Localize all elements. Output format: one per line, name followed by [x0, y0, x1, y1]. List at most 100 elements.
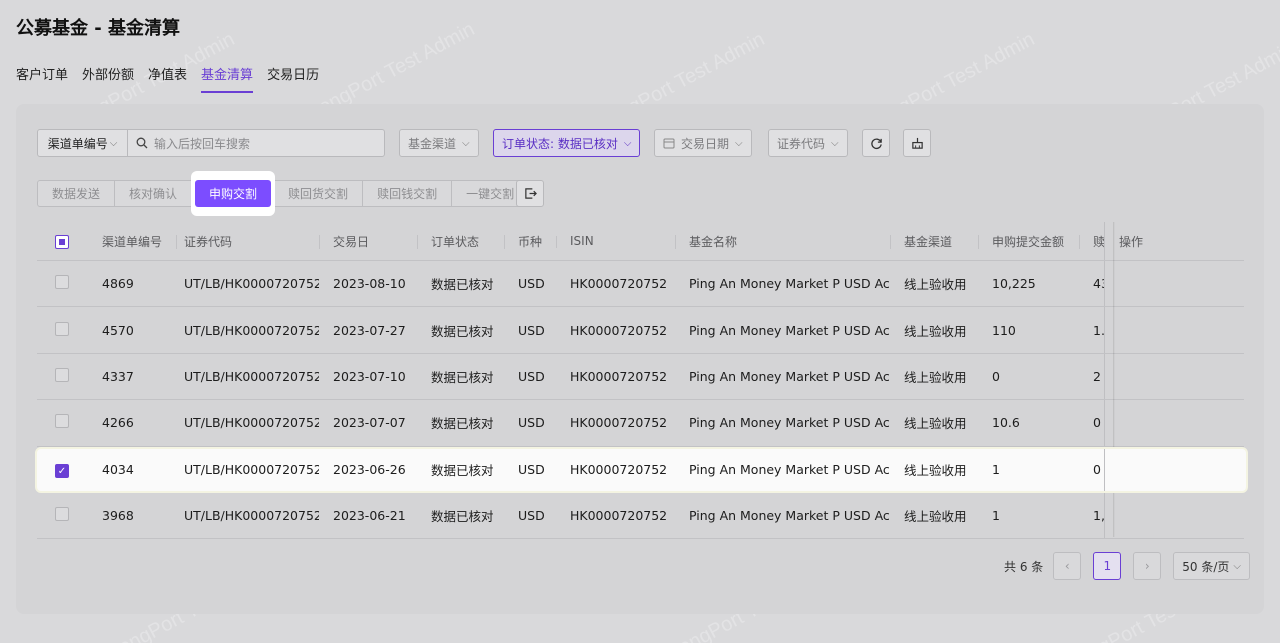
- cell-amount: 1: [992, 462, 1000, 478]
- col-header[interactable]: 订单状态: [417, 233, 504, 250]
- cell-channel: 线上验收用: [904, 277, 967, 293]
- security-code-filter-label: 证券代码: [777, 136, 826, 151]
- cell-amount: 0: [992, 368, 1000, 384]
- id-type-select[interactable]: 渠道单编号 ⌵: [38, 130, 128, 156]
- cell-fund-name: Ping An Money Market P USD Acc: [689, 322, 890, 338]
- redeem-goods-delivery-button[interactable]: 赎回货交割: [274, 180, 364, 207]
- cell-id: 4869: [102, 276, 134, 292]
- cell-ops: [1104, 353, 1244, 400]
- cell-date: 2023-08-10: [333, 276, 406, 292]
- col-header[interactable]: 基金渠道: [890, 233, 978, 250]
- cell-redeem: 0: [1093, 415, 1101, 431]
- cell-fund-name: Ping An Money Market P USD Acc: [689, 415, 890, 431]
- row-checkbox[interactable]: [55, 507, 69, 522]
- action-button-group: 数据发送 核对确认 申购交割 赎回货交割 赎回钱交割 一键交割: [37, 171, 530, 216]
- table-row[interactable]: 4869 UT/LB/HK0000720752 2023-08-10 数据已核对…: [37, 261, 1244, 308]
- chevron-right-icon: ›: [1144, 559, 1150, 573]
- trade-date-filter[interactable]: 交易日期 ⌵: [654, 129, 752, 157]
- row-checkbox[interactable]: [55, 321, 69, 336]
- cell-ops: [1104, 307, 1244, 353]
- chevron-down-icon: ⌵: [1233, 560, 1241, 572]
- cell-fund-name: Ping An Money Market P USD Acc: [689, 368, 890, 384]
- select-all-checkbox[interactable]: [55, 234, 69, 249]
- cell-currency: USD: [518, 462, 545, 478]
- prev-page-button[interactable]: ‹: [1053, 552, 1082, 580]
- cell-code: UT/LB/HK0000720752: [184, 462, 319, 478]
- row-checkbox[interactable]: [55, 367, 69, 382]
- cell-redeem: 1,: [1093, 508, 1104, 524]
- channel-filter-label: 基金渠道: [408, 136, 457, 151]
- cell-status: 数据已核对: [431, 509, 494, 525]
- cell-isin: HK0000720752: [570, 415, 668, 431]
- clear-button[interactable]: [903, 129, 931, 157]
- cell-id: 4266: [102, 415, 134, 431]
- col-header[interactable]: 基金名称: [675, 233, 890, 250]
- cell-code: UT/LB/HK0000720752: [184, 368, 319, 384]
- row-checkbox[interactable]: [55, 414, 69, 429]
- broom-icon: [911, 137, 923, 149]
- order-status-filter[interactable]: 订单状态: 数据已核对 ⌵: [493, 129, 641, 157]
- redeem-cash-delivery-button[interactable]: 赎回钱交割: [363, 180, 453, 207]
- col-header[interactable]: 渠道单编号: [88, 233, 176, 250]
- cell-date: 2023-07-10: [333, 368, 406, 384]
- pagination: 共 6 条 ‹ 1 › 50 条/页 ⌵: [1004, 552, 1250, 580]
- row-checkbox[interactable]: [55, 275, 69, 290]
- calendar-icon: [663, 138, 675, 149]
- search-group: 渠道单编号 ⌵ 输入后按回车搜索: [37, 129, 385, 157]
- search-icon: [136, 137, 148, 149]
- total-count: 共 6 条: [1004, 559, 1044, 574]
- cell-code: UT/LB/HK0000720752: [184, 276, 319, 292]
- chevron-down-icon: ⌵: [623, 137, 632, 149]
- next-page-button[interactable]: ›: [1133, 552, 1162, 580]
- page-title: 公募基金 - 基金清算: [16, 18, 181, 39]
- tab-external-shares[interactable]: 外部份额: [82, 64, 134, 93]
- cell-fund-name: Ping An Money Market P USD Acc: [689, 508, 890, 524]
- col-header[interactable]: 申购提交金额: [978, 233, 1079, 250]
- col-header[interactable]: ISIN: [556, 234, 675, 248]
- col-header: 操作: [1104, 222, 1244, 260]
- tab-bar: 客户订单 外部份额 净值表 基金清算 交易日历: [16, 64, 319, 93]
- cell-code: UT/LB/HK0000720752: [184, 322, 319, 338]
- security-code-filter[interactable]: 证券代码 ⌵: [768, 129, 848, 157]
- cell-ops: [1104, 448, 1244, 491]
- verify-confirm-button[interactable]: 核对确认: [115, 180, 193, 207]
- refresh-icon: [870, 137, 882, 149]
- page-size-select[interactable]: 50 条/页 ⌵: [1173, 552, 1250, 580]
- cell-currency: USD: [518, 276, 545, 292]
- cell-id: 4034: [102, 462, 134, 478]
- col-header[interactable]: 交易日: [319, 233, 417, 250]
- channel-filter[interactable]: 基金渠道 ⌵: [399, 129, 479, 157]
- row-checkbox-checked[interactable]: ✓: [55, 464, 69, 478]
- search-input[interactable]: 输入后按回车搜索: [128, 130, 384, 156]
- cell-currency: USD: [518, 368, 545, 384]
- tab-nav-table[interactable]: 净值表: [148, 64, 187, 93]
- subscription-delivery-highlight: 申购交割: [191, 171, 276, 216]
- cell-date: 2023-07-27: [333, 322, 406, 338]
- refresh-button[interactable]: [862, 129, 890, 157]
- cell-fund-name: Ping An Money Market P USD Acc: [689, 462, 890, 478]
- cell-ops: [1104, 400, 1244, 446]
- page-size-label: 50 条/页: [1182, 559, 1230, 574]
- data-send-button[interactable]: 数据发送: [37, 180, 116, 207]
- cell-ops: [1104, 261, 1244, 307]
- col-header[interactable]: 证券代码: [176, 233, 319, 250]
- cell-date: 2023-07-07: [333, 415, 406, 431]
- subscription-delivery-button[interactable]: 申购交割: [195, 180, 272, 207]
- table-row[interactable]: 3968 UT/LB/HK0000720752 2023-06-21 数据已核对…: [37, 492, 1244, 540]
- chevron-down-icon: ⌵: [735, 137, 743, 149]
- cell-status: 数据已核对: [431, 463, 494, 479]
- tab-trading-calendar[interactable]: 交易日历: [267, 64, 319, 93]
- tab-fund-clearing[interactable]: 基金清算: [201, 64, 254, 93]
- page-number-button[interactable]: 1: [1093, 552, 1122, 580]
- table-row[interactable]: 4337 UT/LB/HK0000720752 2023-07-10 数据已核对…: [37, 353, 1244, 401]
- clearing-table: 渠道单编号 证券代码 交易日 订单状态 币种 ISIN 基金名称 基金渠道 申购…: [35, 222, 1248, 540]
- col-header[interactable]: 币种: [504, 233, 556, 250]
- tab-customer-orders[interactable]: 客户订单: [16, 64, 68, 93]
- col-header[interactable]: 赎: [1079, 233, 1104, 250]
- cell-currency: USD: [518, 322, 545, 338]
- export-button[interactable]: [516, 180, 544, 207]
- cell-redeem: 43: [1093, 276, 1104, 292]
- table-row[interactable]: 4570 UT/LB/HK0000720752 2023-07-27 数据已核对…: [37, 307, 1244, 354]
- table-row-selected[interactable]: ✓ 4034 UT/LB/HK0000720752 2023-06-26 数据已…: [35, 446, 1248, 493]
- table-row[interactable]: 4266 UT/LB/HK0000720752 2023-07-07 数据已核对…: [37, 400, 1244, 447]
